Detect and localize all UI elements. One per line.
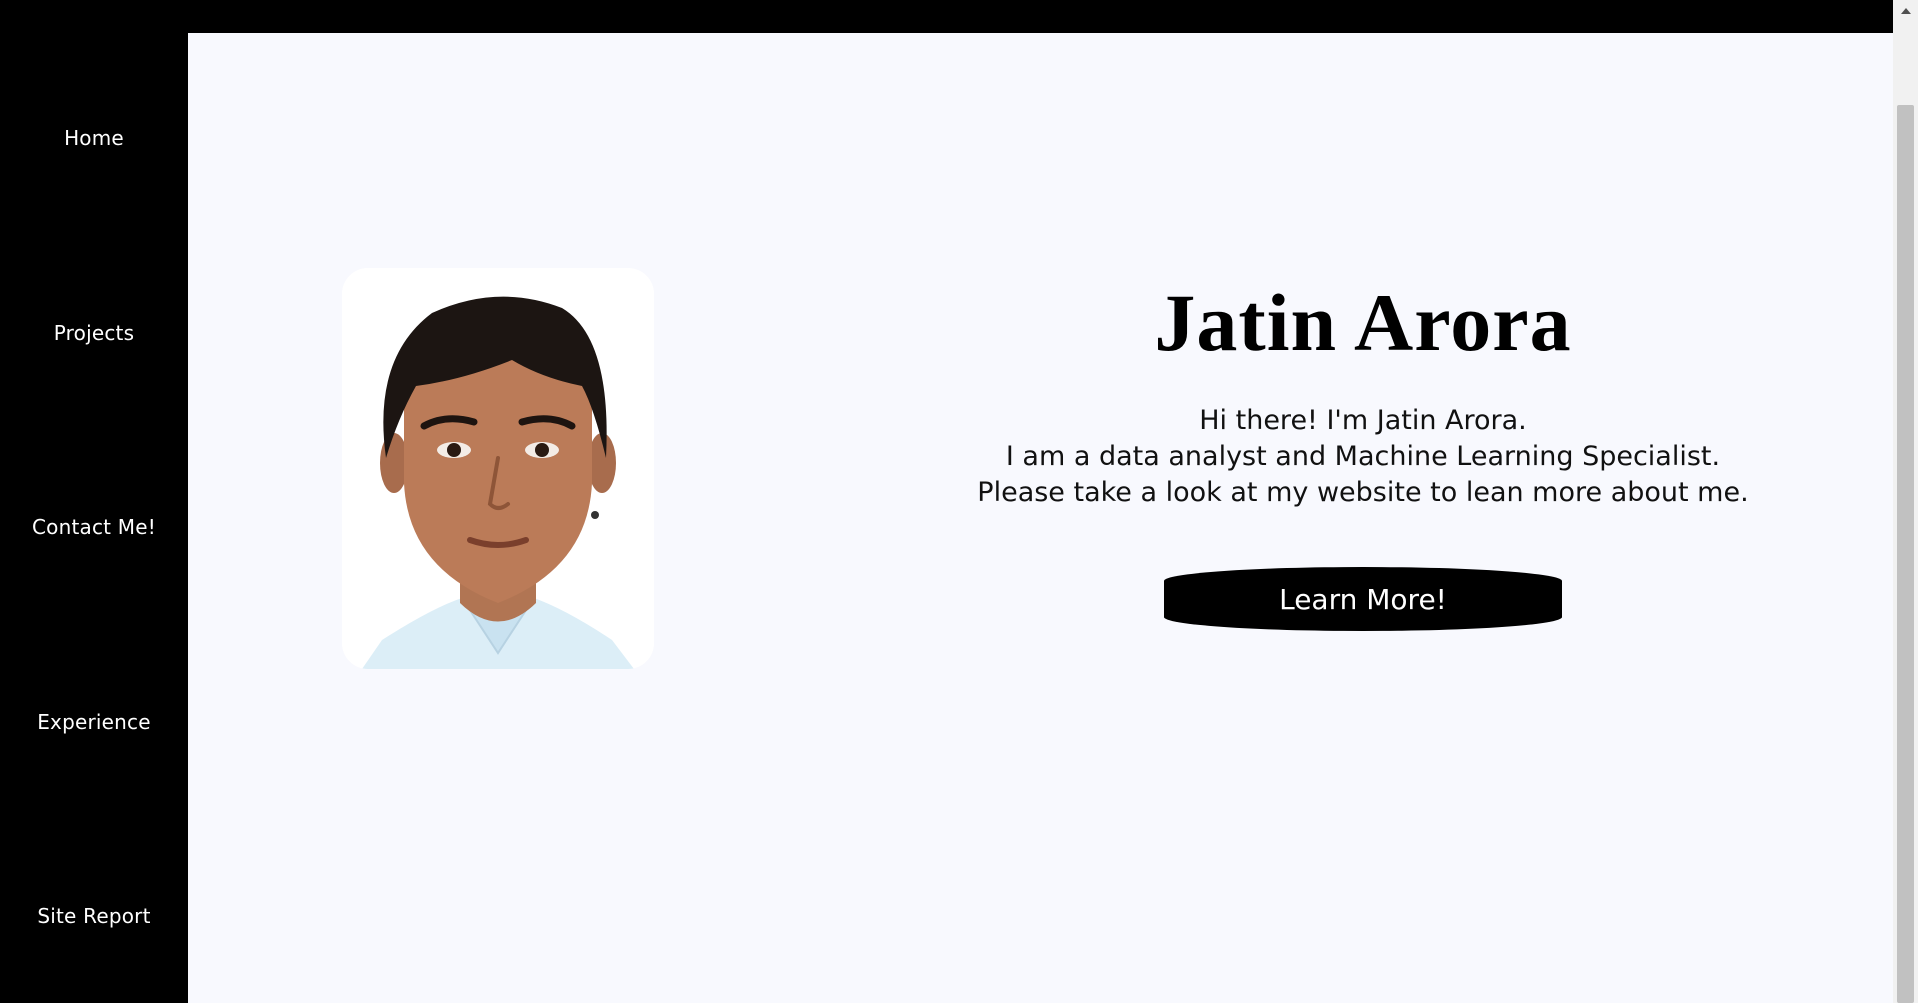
hero-intro: Hi there! I'm Jatin Arora. I am a data a… bbox=[948, 403, 1778, 511]
intro-line-invite: Please take a look at my website to lean… bbox=[977, 477, 1749, 508]
nav-item-contact[interactable]: Contact Me! bbox=[0, 515, 188, 539]
nav-item-site-report[interactable]: Site Report bbox=[0, 904, 188, 928]
intro-line-role: I am a data analyst and Machine Learning… bbox=[1005, 441, 1721, 472]
scrollbar-thumb[interactable] bbox=[1897, 105, 1914, 1003]
top-bar bbox=[0, 0, 1893, 33]
learn-more-button[interactable]: Learn More! bbox=[1164, 567, 1562, 631]
sidebar-nav: Home Projects Contact Me! Experience Sit… bbox=[0, 33, 188, 1003]
intro-line-greeting: Hi there! I'm Jatin Arora. bbox=[1199, 405, 1527, 436]
portrait-image bbox=[342, 268, 654, 669]
nav-item-projects[interactable]: Projects bbox=[0, 321, 188, 345]
scroll-up-arrow-icon[interactable] bbox=[1901, 8, 1911, 14]
nav-item-experience[interactable]: Experience bbox=[0, 710, 188, 734]
profile-photo bbox=[342, 268, 654, 669]
nav-item-home[interactable]: Home bbox=[0, 126, 188, 150]
page: Home Projects Contact Me! Experience Sit… bbox=[0, 0, 1918, 1003]
main-content: Jatin Arora Hi there! I'm Jatin Arora. I… bbox=[188, 33, 1893, 1003]
hero-section: Jatin Arora Hi there! I'm Jatin Arora. I… bbox=[948, 273, 1778, 631]
page-scrollbar[interactable] bbox=[1893, 0, 1918, 1003]
hero-title: Jatin Arora bbox=[1154, 277, 1572, 368]
